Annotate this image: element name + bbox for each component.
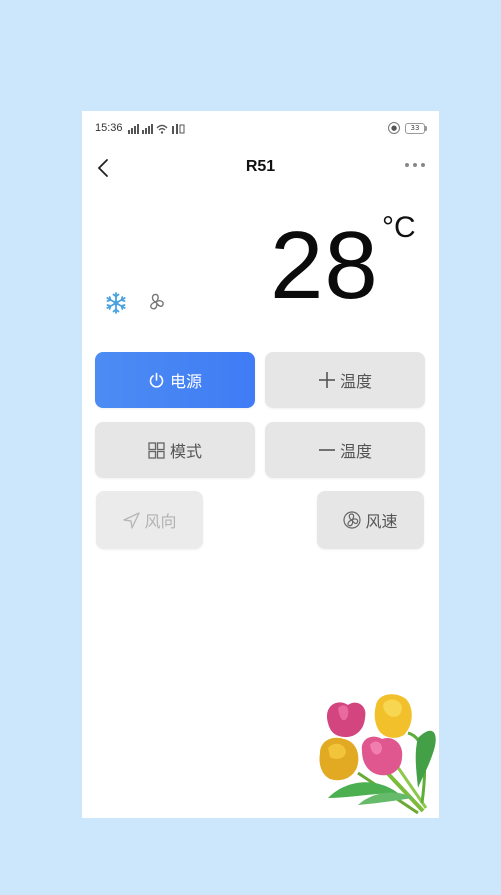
tulip-yellow-top [374, 694, 412, 738]
temperature-down-button[interactable]: 温度 [265, 422, 425, 478]
tulip-yellow-bottom [319, 737, 359, 781]
temperature-down-label: 温度 [339, 442, 372, 461]
power-label: 电源 [169, 372, 202, 391]
status-right: ● 33 [388, 122, 427, 134]
power-icon [148, 371, 166, 389]
rotation-lock-icon: ● [388, 122, 400, 134]
signal-sim2-icon [142, 124, 153, 134]
more-button[interactable] [405, 163, 425, 167]
wind-speed-button[interactable]: 风速 [317, 491, 424, 549]
minus-icon [318, 441, 336, 459]
more-dot [413, 163, 417, 167]
grid-icon [148, 441, 166, 459]
power-button[interactable]: 电源 [95, 352, 255, 408]
fan-icon [150, 293, 164, 310]
snowflake-icon [106, 292, 126, 314]
status-time: 15:36 [95, 122, 123, 134]
more-dot [421, 163, 425, 167]
temperature-unit: °C [382, 211, 416, 244]
signal-sim1-icon [128, 124, 139, 134]
fan-speed-icon [343, 511, 362, 529]
temperature-up-button[interactable]: 温度 [265, 352, 425, 408]
wind-direction-label: 风向 [144, 512, 177, 531]
more-dot [405, 163, 409, 167]
tulip-pink-top [327, 702, 366, 738]
status-icons [128, 122, 185, 134]
phone-screen: 15:36 ● 33 R51 28 °C 电源 温度 模式 温度 风向 风速 [82, 111, 439, 818]
wind-direction-button[interactable]: 风向 [96, 491, 203, 549]
tulip-pink-bottom [361, 736, 403, 776]
tulip-bouquet-image [319, 694, 436, 815]
wifi-icon [156, 124, 168, 134]
navigation-arrow-icon [122, 511, 140, 529]
page-title: R51 [245, 158, 276, 175]
battery-level: 33 [410, 123, 420, 132]
nav-bar: R51 [82, 149, 439, 187]
battery-icon: 33 [405, 122, 427, 134]
plus-icon [318, 371, 336, 389]
data-icon [172, 124, 185, 134]
temperature-up-label: 温度 [339, 372, 372, 391]
temperature-value: 28 [270, 212, 379, 319]
mode-label: 模式 [169, 442, 202, 461]
mode-button[interactable]: 模式 [95, 422, 255, 478]
status-bar: 15:36 ● 33 [82, 111, 439, 149]
wind-speed-label: 风速 [365, 512, 398, 531]
